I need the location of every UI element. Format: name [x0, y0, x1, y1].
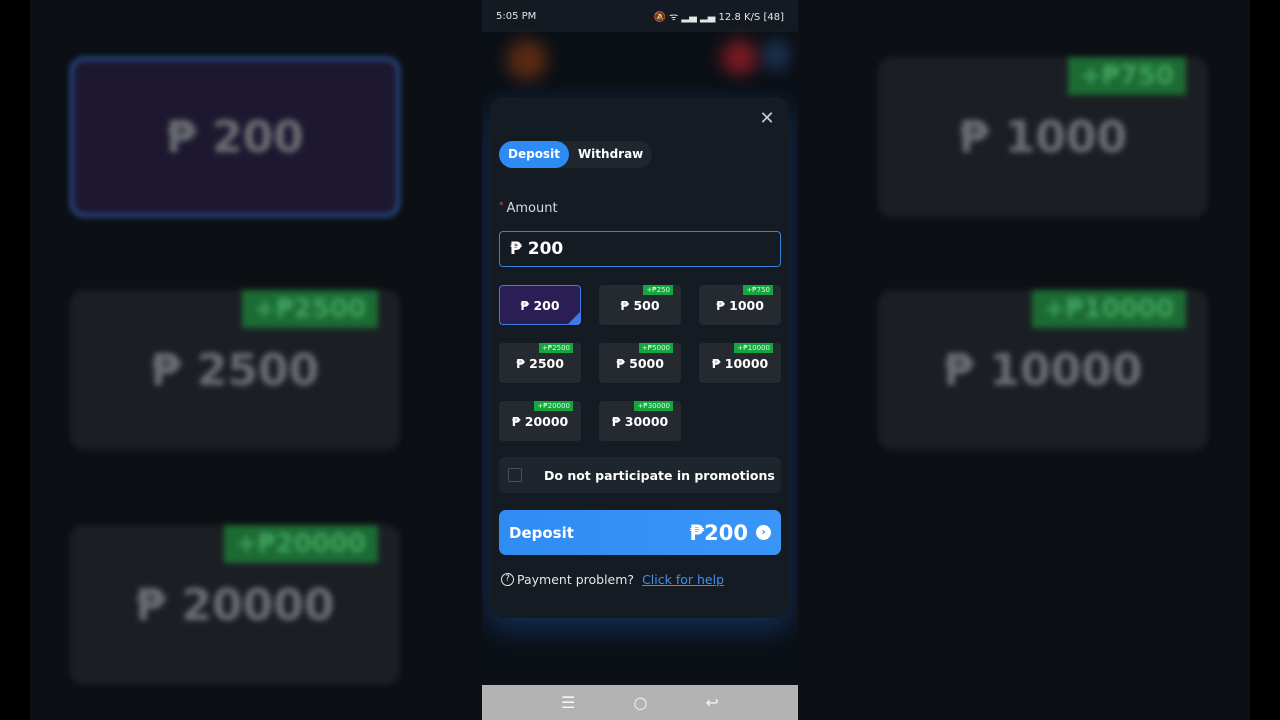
bonus-badge: +₱10000: [734, 343, 773, 353]
deposit-button-label: Deposit: [509, 523, 574, 542]
amount-option-label: ₱ 200: [520, 297, 560, 313]
amount-option-label: ₱ 1000: [716, 297, 764, 313]
check-icon: [568, 312, 580, 324]
close-icon[interactable]: ✕: [759, 110, 775, 128]
promo-checkbox[interactable]: [508, 468, 522, 482]
bonus-badge: +₱750: [743, 285, 773, 295]
android-nav-bar: ☰ ○ ↩: [482, 685, 798, 720]
amount-option[interactable]: ₱ 200: [499, 285, 581, 325]
help-row: ? Payment problem? Click for help: [501, 572, 724, 587]
blurred-header: [502, 40, 789, 80]
blurred-tile: +₱10000 ₱ 10000: [878, 290, 1208, 450]
deposit-modal: ✕ Deposit Withdraw * Amount ₱ 200 ₱ 200 +₱…: [490, 97, 789, 618]
amount-input[interactable]: ₱ 200: [499, 231, 781, 267]
amount-option-label: ₱ 20000: [511, 413, 569, 429]
amount-option[interactable]: +₱750 ₱ 1000: [699, 285, 781, 325]
tab-deposit[interactable]: Deposit: [499, 141, 569, 168]
status-icons: 🔕 ᯤ ▂▄ ▂▄ 12.8 K/S [48]: [653, 12, 784, 23]
amount-option-label: ₱ 30000: [611, 413, 669, 429]
blurred-background-right: +₱750 ₱ 1000 +₱10000 ₱ 10000: [798, 0, 1250, 720]
tab-withdraw[interactable]: Withdraw: [569, 141, 652, 168]
amount-option-label: ₱ 10000: [711, 355, 769, 371]
help-link[interactable]: Click for help: [642, 572, 724, 587]
amount-option[interactable]: +₱30000 ₱ 30000: [599, 401, 681, 441]
amount-option[interactable]: +₱5000 ₱ 5000: [599, 343, 681, 383]
amount-option-label: ₱ 5000: [616, 355, 664, 371]
status-time: 5:05 PM: [496, 10, 537, 22]
status-bar: 5:05 PM 🔕 ᯤ ▂▄ ▂▄ 12.8 K/S [48]: [482, 0, 798, 32]
amount-option-label: ₱ 2500: [516, 355, 564, 371]
question-icon: ?: [501, 573, 514, 586]
blurred-tile: +₱2500 ₱ 2500: [70, 290, 400, 450]
amount-label: * Amount: [499, 201, 558, 216]
deposit-button[interactable]: Deposit ₱200 ›: [499, 510, 781, 555]
home-icon[interactable]: ○: [633, 693, 647, 712]
blurred-tile: ₱ 200: [70, 57, 400, 217]
amount-option[interactable]: +₱10000 ₱ 10000: [699, 343, 781, 383]
amount-option[interactable]: +₱250 ₱ 500: [599, 285, 681, 325]
bonus-badge: +₱5000: [638, 343, 673, 353]
bonus-badge: +₱30000: [634, 401, 673, 411]
help-text: Payment problem?: [517, 572, 635, 587]
amount-option[interactable]: +₱2500 ₱ 2500: [499, 343, 581, 383]
blurred-tile: +₱20000 ₱ 20000: [70, 525, 400, 685]
blurred-background-left: ₱ 200 +₱2500 ₱ 2500 +₱20000 ₱ 20000: [30, 0, 482, 720]
back-icon[interactable]: ↩: [706, 693, 719, 712]
promo-opt-out-row[interactable]: Do not participate in promotions: [499, 457, 781, 493]
bonus-badge: +₱2500: [538, 343, 573, 353]
tab-group: Deposit Withdraw: [499, 141, 653, 168]
amount-option-label: ₱ 500: [620, 297, 660, 313]
amount-option[interactable]: +₱20000 ₱ 20000: [499, 401, 581, 441]
deposit-button-amount: ₱200: [689, 520, 748, 545]
phone-screen: 5:05 PM 🔕 ᯤ ▂▄ ▂▄ 12.8 K/S [48] ✕ Deposi…: [482, 0, 798, 720]
bonus-badge: +₱250: [643, 285, 673, 295]
menu-icon[interactable]: ☰: [561, 693, 575, 712]
chevron-right-icon: ›: [756, 525, 771, 540]
bonus-badge: +₱20000: [534, 401, 573, 411]
blurred-tile: +₱750 ₱ 1000: [878, 57, 1208, 217]
promo-label: Do not participate in promotions: [544, 467, 775, 483]
